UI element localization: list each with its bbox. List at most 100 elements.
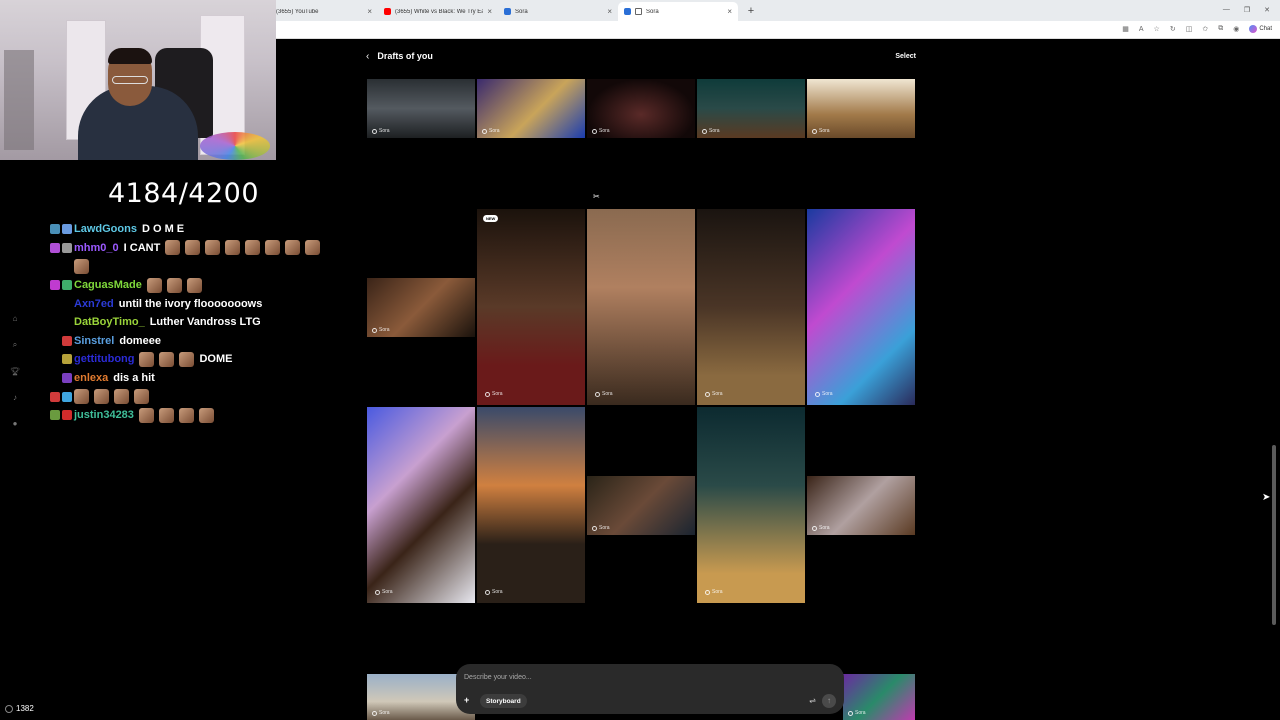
sora-logo-icon <box>595 391 600 397</box>
emote-icon <box>134 389 149 405</box>
video-thumbnail[interactable]: Sora <box>697 209 805 405</box>
video-thumbnail[interactable]: Sora NEW <box>477 209 585 405</box>
home-icon[interactable]: ⌂ <box>13 314 18 323</box>
chat-username[interactable]: Sinstrel <box>74 335 114 347</box>
chat-badges <box>30 410 72 421</box>
chat-message: Axn7ed until the ivory flooooooows <box>30 294 350 313</box>
new-tab-button[interactable]: + <box>744 4 758 18</box>
tab-title: (3655) YouTube <box>276 8 319 15</box>
chat-text: I CANT <box>123 241 161 254</box>
watermark-label: Sora <box>822 391 833 397</box>
video-thumbnail[interactable]: Sora <box>587 79 695 138</box>
speaker-icon <box>635 8 642 15</box>
webcam-rug <box>200 132 270 160</box>
watermark-label: Sora <box>602 391 613 397</box>
browser-tab-active[interactable]: Sora × <box>618 2 738 21</box>
favorites-icon[interactable]: ✩ <box>1202 25 1208 33</box>
badge-icon <box>50 280 60 291</box>
close-tab-icon[interactable]: × <box>367 7 372 16</box>
split-icon[interactable]: ◫ <box>1186 25 1193 33</box>
video-thumbnail[interactable]: Sora <box>367 407 475 603</box>
video-thumbnail[interactable]: Sora <box>587 476 695 535</box>
refresh-icon[interactable]: ↻ <box>1170 25 1176 33</box>
chat-username[interactable]: CaguasMade <box>74 279 142 291</box>
webcam-overlay <box>0 0 276 160</box>
video-thumbnail[interactable]: Sora <box>367 79 475 138</box>
watermark-label: Sora <box>819 525 830 531</box>
chat-message: LawdGoons D O M E <box>30 220 350 239</box>
grid-icon[interactable]: ▦ <box>1122 25 1129 33</box>
sora-logo-icon <box>702 128 707 134</box>
screen: (3655) YouTube × (3655) White vs Black: … <box>0 0 1280 720</box>
send-button[interactable]: ↑ <box>822 694 836 708</box>
sub-goal-counter: 4184/4200 <box>108 178 260 209</box>
video-thumbnail[interactable]: Sora <box>843 674 915 720</box>
profile-icon[interactable]: ◉ <box>1233 25 1239 33</box>
video-thumbnail[interactable]: Sora <box>697 407 805 603</box>
video-thumbnail[interactable]: Sora <box>477 407 585 603</box>
sora-watermark: Sora <box>812 128 830 134</box>
emote-icon <box>114 389 129 405</box>
browser-tab[interactable]: (3655) YouTube × <box>276 2 378 21</box>
chat-text: DOME <box>199 353 233 366</box>
minimize-icon[interactable]: — <box>1223 6 1230 14</box>
emote-icon <box>139 351 155 367</box>
emote-icon <box>159 351 175 367</box>
avatar-icon[interactable]: ● <box>13 419 18 428</box>
video-thumbnail[interactable]: Sora <box>807 209 915 405</box>
chat-username[interactable]: gettitubong <box>74 353 134 365</box>
scrollbar-thumb[interactable] <box>1272 445 1276 625</box>
close-window-icon[interactable]: ✕ <box>1264 6 1270 14</box>
sora-logo-icon <box>815 391 820 397</box>
restore-icon[interactable]: ❐ <box>1244 6 1250 14</box>
video-thumbnail[interactable]: Sora <box>807 79 915 138</box>
badge-icon <box>62 410 72 421</box>
collections-icon[interactable]: ⧉ <box>1218 25 1223 33</box>
storyboard-button[interactable]: Storyboard <box>480 694 527 708</box>
browser-tab[interactable]: Sora × <box>498 2 618 21</box>
chat-message: justin34283 <box>30 406 350 425</box>
watermark-label: Sora <box>709 128 720 134</box>
chat-username[interactable]: Axn7ed <box>74 298 114 310</box>
plus-icon[interactable]: + <box>464 695 469 705</box>
chat-username[interactable]: mhm0_0 <box>74 242 119 254</box>
video-thumbnail[interactable]: Sora <box>367 278 475 337</box>
emote-icon <box>146 277 162 293</box>
badge-icon <box>62 373 72 384</box>
copilot-chat-button[interactable]: Chat <box>1249 25 1272 33</box>
watermark-label: Sora <box>599 525 610 531</box>
sliders-icon[interactable]: ⇌ <box>809 696 816 705</box>
video-thumbnail[interactable]: Sora <box>697 79 805 138</box>
badge-icon <box>50 391 60 402</box>
browser-toolbar: ▦ A ☆ ↻ ◫ ✩ ⧉ ◉ Chat <box>276 21 1280 39</box>
chat-username[interactable]: LawdGoons <box>74 223 137 235</box>
star-icon[interactable]: ☆ <box>1154 25 1160 33</box>
chat-username[interactable]: enlexa <box>74 372 108 384</box>
video-thumbnail[interactable]: Sora <box>587 209 695 405</box>
viewer-count: 1382 <box>5 704 34 713</box>
select-button[interactable]: Select <box>895 53 916 60</box>
close-tab-icon[interactable]: × <box>727 7 732 16</box>
close-tab-icon[interactable]: × <box>607 7 612 16</box>
chat-badges <box>30 242 72 253</box>
trophy-icon[interactable]: 🏆︎ <box>10 367 20 376</box>
sora-logo-icon <box>375 589 380 595</box>
watermark-label: Sora <box>855 710 866 716</box>
browser-tab[interactable]: (3655) White vs Black: We Try Eac × <box>378 2 498 21</box>
chevron-left-icon[interactable]: ‹ <box>366 51 369 62</box>
chat-message: Sinstrel domeee <box>30 332 350 351</box>
viewer-count-value: 1382 <box>16 704 34 713</box>
emote-icon <box>205 240 221 256</box>
video-thumbnail[interactable]: Sora <box>477 79 585 138</box>
chat-username[interactable]: DatBoyTimo_ <box>74 316 145 328</box>
badge-icon <box>62 335 72 346</box>
close-tab-icon[interactable]: × <box>487 7 492 16</box>
prompt-input[interactable]: Describe your video... <box>464 674 532 681</box>
search-icon[interactable]: ⌕ <box>13 340 17 350</box>
font-icon[interactable]: A <box>1139 26 1144 33</box>
chat-username[interactable]: justin34283 <box>74 409 134 421</box>
emote-icon <box>74 258 89 274</box>
video-thumbnail[interactable]: Sora <box>807 476 915 535</box>
emote-icon <box>166 277 182 293</box>
bell-icon[interactable]: ♪ <box>13 393 17 402</box>
